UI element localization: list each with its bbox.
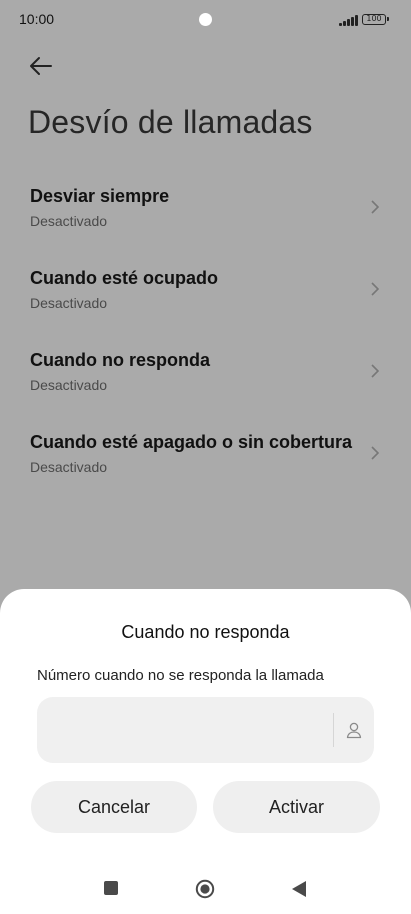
page-title: Desvío de llamadas [28, 104, 313, 140]
number-field-label: Número cuando no se responda la llamada [37, 667, 324, 684]
cancel-button[interactable]: Cancelar [31, 781, 197, 833]
item-title: Desviar siempre [30, 186, 170, 206]
recents-icon[interactable] [104, 881, 118, 895]
list-item-always-forward[interactable]: Desviar siempre Desactivado [0, 172, 411, 254]
nav-back-icon[interactable] [291, 880, 307, 898]
list-item-no-answer[interactable]: Cuando no responda Desactivado [0, 336, 411, 418]
number-input-container [37, 697, 374, 765]
dialog-title: Cuando no responda [121, 622, 290, 642]
list-item-when-busy[interactable]: Cuando esté ocupado Desactivado [0, 254, 411, 336]
back-arrow-icon [30, 57, 52, 75]
camera-cutout [199, 13, 212, 26]
item-title: Cuando esté apagado o sin cobertura [30, 432, 353, 452]
chevron-right-icon [371, 282, 380, 296]
item-status: Desactivado [30, 459, 108, 475]
home-icon[interactable] [195, 879, 215, 899]
list-item-unreachable[interactable]: Cuando esté apagado o sin cobertura Desa… [0, 418, 411, 500]
item-title: Cuando esté ocupado [30, 268, 219, 288]
item-status: Desactivado [30, 377, 108, 393]
input-divider [333, 713, 334, 747]
item-title: Cuando no responda [30, 350, 210, 370]
navigation-bar [0, 860, 411, 914]
chevron-right-icon [371, 200, 380, 214]
activate-button[interactable]: Activar [213, 781, 380, 833]
item-status: Desactivado [30, 213, 108, 229]
item-status: Desactivado [30, 295, 108, 311]
contact-icon[interactable] [345, 721, 363, 739]
battery-icon: 100 [362, 14, 389, 25]
signal-icon [339, 14, 359, 26]
chevron-right-icon [371, 446, 380, 460]
back-button[interactable] [26, 52, 56, 82]
status-bar: 10:00 100 [0, 0, 411, 40]
status-time: 10:00 [19, 11, 55, 27]
chevron-right-icon [371, 364, 380, 378]
number-input[interactable] [51, 697, 325, 765]
call-forwarding-list: Desviar siempre Desactivado Cuando esté … [0, 172, 411, 500]
